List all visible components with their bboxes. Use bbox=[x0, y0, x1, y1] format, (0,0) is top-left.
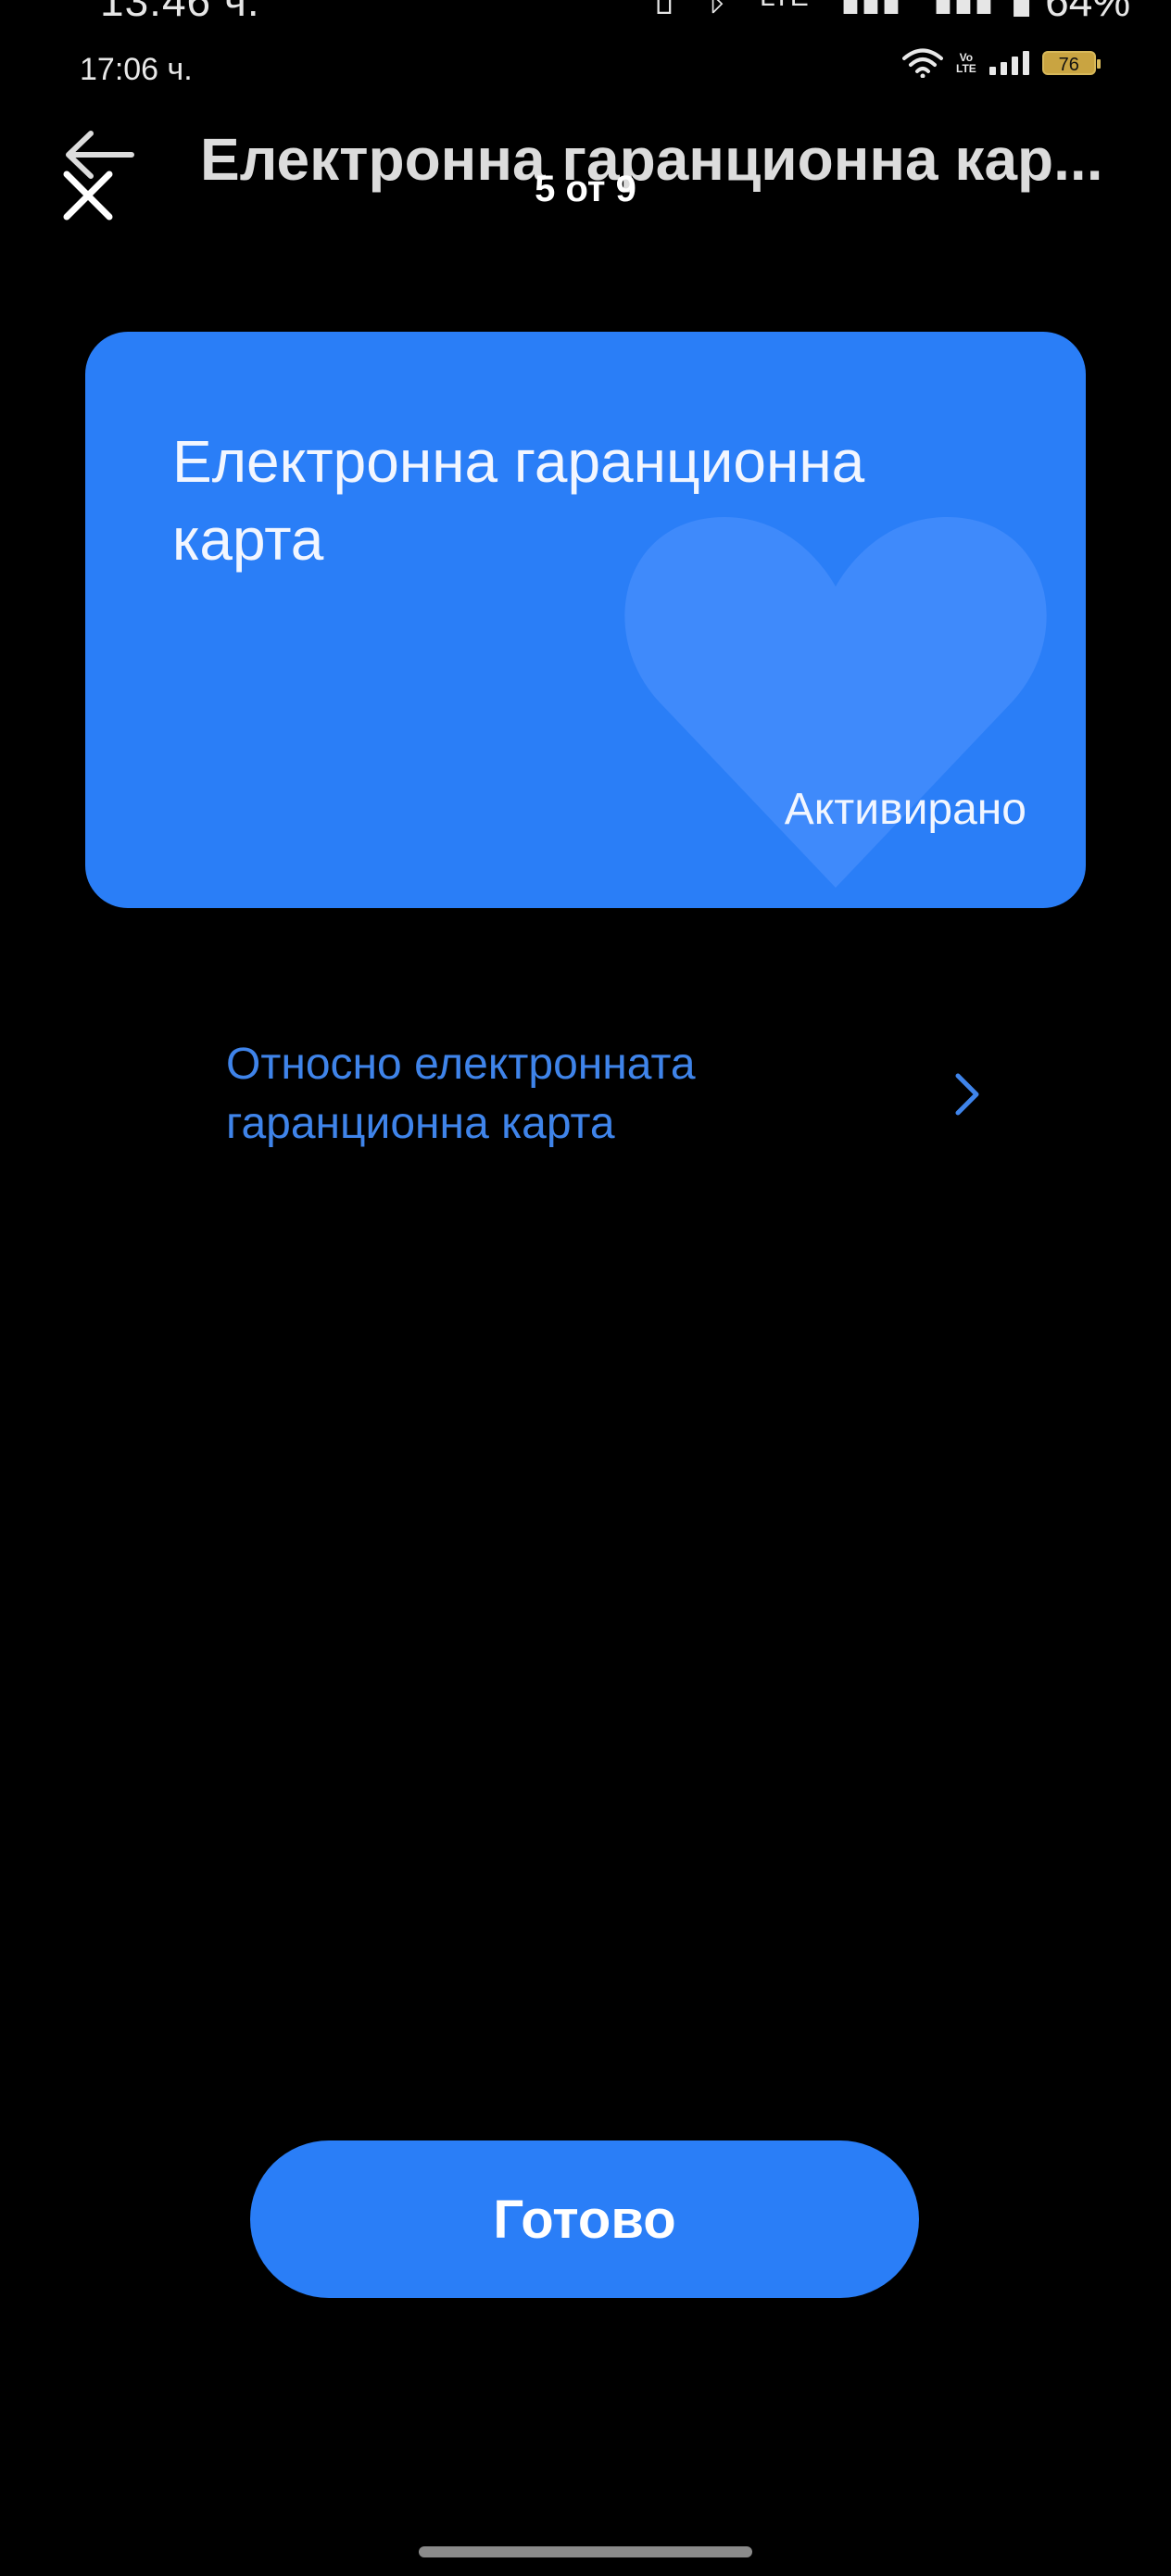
done-button[interactable]: Готово bbox=[250, 2140, 919, 2298]
wifi-icon bbox=[902, 48, 943, 78]
card-title: Електронна гаранционна карта bbox=[172, 428, 865, 573]
battery-level: 76 bbox=[1058, 55, 1079, 75]
outer-signal-icon: ▮▮▮ bbox=[840, 0, 901, 17]
home-gesture-bar[interactable] bbox=[419, 2546, 752, 2557]
card-status: Активирано bbox=[784, 785, 1026, 834]
status-time: 17:06 ч. bbox=[80, 52, 193, 87]
vibrate-icon: ▯ bbox=[654, 0, 674, 17]
outer-status-time: 13:46 ч. bbox=[100, 0, 260, 17]
outer-status-bar: 13:46 ч. ▯ ᛒ LTE ▮▮▮ ▮▮▮ ▮ 64% bbox=[0, 0, 1171, 17]
volte-indicator: Vo LTE bbox=[956, 52, 976, 74]
warranty-card: Електронна гаранционна карта Активирано bbox=[85, 332, 1086, 908]
bluetooth-icon: ᛒ bbox=[706, 0, 728, 17]
about-warranty-link[interactable]: Относно електронната гаранционна карта bbox=[226, 1034, 986, 1155]
close-icon[interactable] bbox=[57, 165, 119, 226]
outer-battery-percent: 64% bbox=[1045, 0, 1130, 17]
volte-bottom-label: LTE bbox=[956, 62, 976, 75]
about-warranty-label: Относно електронната гаранционна карта bbox=[226, 1040, 696, 1148]
chevron-right-icon bbox=[955, 1073, 979, 1116]
outer-signal-icon-2: ▮▮▮ bbox=[933, 0, 994, 17]
image-page-counter: 5 от 9 bbox=[535, 169, 636, 209]
outer-status-icons: ▯ ᛒ LTE ▮▮▮ ▮▮▮ bbox=[654, 0, 994, 17]
status-icons: Vo LTE 76 bbox=[902, 48, 1101, 78]
outer-battery: ▮ 64% bbox=[1010, 0, 1130, 17]
outer-battery-icon: ▮ bbox=[1010, 0, 1033, 17]
outer-network-label: LTE bbox=[760, 0, 809, 13]
battery-icon: 76 bbox=[1041, 51, 1101, 75]
signal-icon bbox=[988, 51, 1029, 75]
